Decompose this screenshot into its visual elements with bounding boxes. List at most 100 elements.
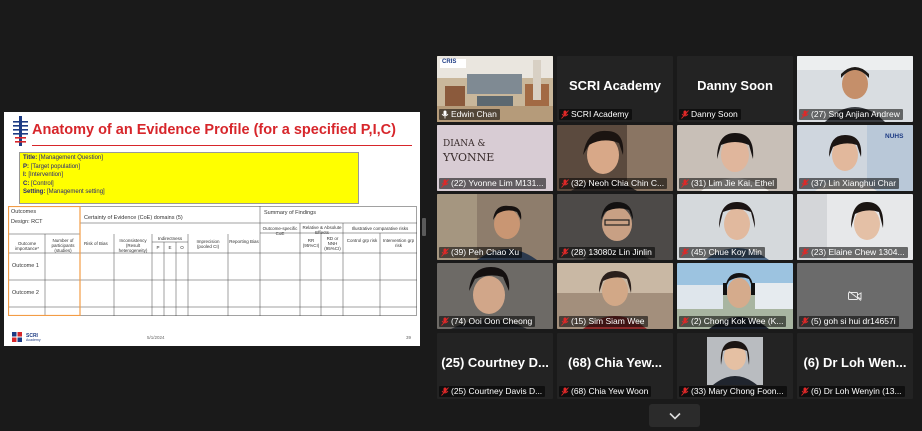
outcome-2-label: Outcome 2	[12, 290, 39, 296]
design-label: Design: RCT	[11, 219, 43, 225]
participant-tile[interactable]: SCRI Academy SCRI Academy	[557, 56, 673, 122]
participant-tile[interactable]: (23) Elaine Chew 1304...	[797, 194, 913, 260]
participant-tile[interactable]: (45) Chue Koy Min	[677, 194, 793, 260]
participant-label: (74) Ooi Oon Cheong	[439, 316, 536, 327]
evidence-profile-table: Outcomes Design: RCT Certainty of Eviden…	[8, 206, 417, 316]
mic-muted-icon	[681, 387, 689, 396]
participant-label: (28) 13080z Lin Jinlin	[559, 247, 655, 258]
mic-muted-icon	[561, 387, 569, 396]
outcome-importance-header: Outcome importance*	[14, 241, 39, 251]
participants-header: Number of participants (studies)	[51, 238, 75, 253]
participant-tile[interactable]: NUHS (37) Lin Xianghui Char	[797, 125, 913, 191]
mic-muted-icon	[561, 248, 569, 257]
participant-label: (27) Sng Anjian Andrew	[799, 109, 903, 120]
pico-title-line: Title: [Management Question]	[23, 155, 103, 161]
participant-tile[interactable]: (74) Ooi Oon Cheong	[437, 263, 553, 329]
participant-label: Edwin Chan	[439, 109, 500, 120]
pico-p-line: P: [Target population]	[23, 163, 81, 170]
participant-tile[interactable]: (5) goh si hui dr14657i	[797, 263, 913, 329]
mic-muted-icon	[801, 317, 809, 326]
rd-header: RD or NNH (95%CI)	[324, 236, 341, 251]
participant-tile[interactable]: (39) Peh Chao Xu	[437, 194, 553, 260]
participant-label: (33) Mary Chong Foon...	[679, 386, 787, 397]
mic-muted-icon	[441, 317, 449, 326]
split-resize-handle[interactable]	[422, 218, 426, 236]
participant-tile[interactable]: DIANA & YVONNE (22) Yvonne Lim M131...	[437, 125, 553, 191]
reporting-bias-header: Reporting Bias	[229, 239, 259, 244]
participant-avatar	[707, 337, 763, 385]
participant-tile[interactable]: (28) 13080z Lin Jinlin	[557, 194, 673, 260]
mic-muted-icon	[441, 179, 449, 188]
inconsistency-header: Inconsistency (Result heterogeneity)	[118, 238, 148, 253]
pico-box: Title: [Management Question] P: [Target …	[19, 152, 359, 204]
slide-logo-icon	[13, 116, 28, 146]
outcome-specific-coe-header: Outcome-specific CoE	[262, 226, 298, 236]
participant-tile[interactable]: (32) Neoh Chia Chin C...	[557, 125, 673, 191]
participant-tile[interactable]: (25) Courtney D... (25) Courtney Davis D…	[437, 333, 553, 399]
pico-setting-line: Setting: [Management setting]	[23, 189, 105, 196]
participant-tile[interactable]: (2) Chong Kok Wee (K...	[677, 263, 793, 329]
participant-label: (15) Sim Siam Wee	[559, 316, 648, 327]
pico-c-line: C: [Control]	[23, 180, 54, 187]
indirectness-header: Indirectness	[157, 236, 183, 241]
meeting-window: Anatomy of an Evidence Profile (for a sp…	[0, 0, 922, 431]
participant-label: (6) Dr Loh Wenyin (13...	[799, 386, 905, 397]
indirectness-o: O	[180, 245, 184, 250]
participant-label: (39) Peh Chao Xu	[439, 247, 523, 258]
footer-sub: Academy	[26, 338, 41, 342]
mic-muted-icon	[681, 179, 689, 188]
participant-tile[interactable]: Danny Soon Danny Soon	[677, 56, 793, 122]
participant-tile[interactable]: CRIS Edwin Chan	[437, 56, 553, 122]
participant-tile[interactable]: (6) Dr Loh Wen... (6) Dr Loh Wenyin (13.…	[797, 333, 913, 399]
participant-label: (32) Neoh Chia Chin C...	[559, 178, 668, 189]
participant-name-placeholder: SCRI Academy	[569, 78, 661, 93]
diana-text: DIANA &	[443, 139, 486, 149]
pico-i-line: I: [Intervention]	[23, 172, 64, 179]
participant-tile[interactable]: (33) Mary Chong Foon...	[677, 333, 793, 399]
participant-tile[interactable]: (27) Sng Anjian Andrew	[797, 56, 913, 122]
indirectness-e: E	[168, 245, 172, 250]
participant-name-placeholder: (25) Courtney D...	[441, 355, 549, 370]
chevron-down-icon	[668, 412, 681, 420]
participant-label: (5) goh si hui dr14657i	[799, 316, 899, 327]
mic-muted-icon	[801, 110, 809, 119]
participant-label: SCRI Academy	[559, 109, 632, 120]
coe-domains-header: Certainty of Evidence (CoE) domains (5)	[84, 215, 183, 221]
imprecision-header: Imprecision (pooled CI)	[196, 239, 220, 249]
slide-page-number: 39	[406, 335, 412, 340]
shared-slide: Anatomy of an Evidence Profile (for a sp…	[4, 112, 420, 346]
mic-muted-icon	[561, 110, 569, 119]
mic-muted-icon	[801, 248, 809, 257]
control-risk-header: Control grp risk	[346, 238, 378, 243]
slide-date: 5/1/2024	[147, 335, 165, 340]
participant-label: (37) Lin Xianghui Char	[799, 178, 900, 189]
risk-of-bias-header: Risk of Bias	[84, 241, 108, 246]
participant-tile[interactable]: (15) Sim Siam Wee	[557, 263, 673, 329]
slide-title: Anatomy of an Evidence Profile (for a sp…	[32, 122, 396, 138]
participant-name-placeholder: (6) Dr Loh Wen...	[803, 355, 907, 370]
participant-label: (68) Chia Yew Woon	[559, 386, 652, 397]
participant-name-placeholder: (68) Chia Yew...	[568, 355, 662, 370]
gallery-next-button[interactable]	[649, 404, 700, 427]
mic-muted-icon	[441, 248, 449, 257]
participant-label: (2) Chong Kok Wee (K...	[679, 316, 787, 327]
indirectness-p: P	[156, 245, 160, 250]
yvonne-text: YVONNE	[443, 151, 495, 164]
intervention-risk-header: Intervention grp risk	[382, 238, 415, 248]
mic-muted-icon	[801, 387, 809, 396]
participant-label: (22) Yvonne Lim M131...	[439, 178, 547, 189]
outcome-1-label: Outcome 1	[12, 263, 39, 269]
participant-label: (23) Elaine Chew 1304...	[799, 247, 908, 258]
relative-effects-header: Relative & Absolute Effects	[302, 225, 342, 235]
table-grid	[8, 206, 417, 316]
rr-header: RR (95%CI)	[302, 238, 320, 248]
participant-tile[interactable]: (68) Chia Yew... (68) Chia Yew Woon	[557, 333, 673, 399]
participant-label: Danny Soon	[679, 109, 741, 120]
participant-name-placeholder: Danny Soon	[697, 78, 773, 93]
mic-icon	[441, 110, 449, 119]
participant-tile[interactable]: (31) Lim Jie Kai, Ethel	[677, 125, 793, 191]
mic-muted-icon	[681, 110, 689, 119]
mic-muted-icon	[681, 248, 689, 257]
video-off-icon	[848, 291, 862, 301]
scri-logo-icon	[12, 332, 22, 342]
